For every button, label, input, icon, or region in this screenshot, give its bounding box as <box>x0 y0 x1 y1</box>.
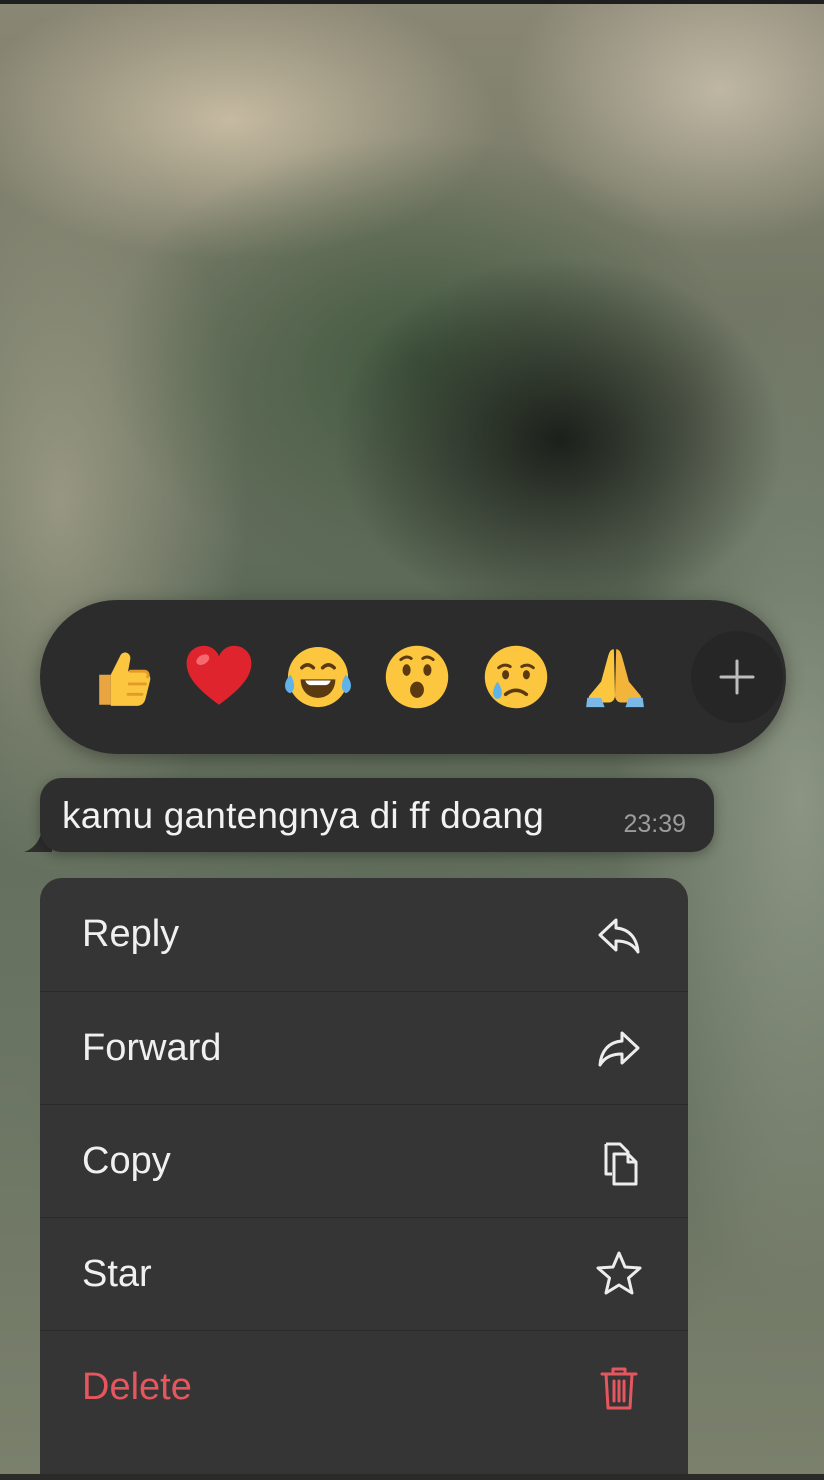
red-heart-icon[interactable] <box>179 637 259 717</box>
menu-item-label: Copy <box>82 1139 171 1182</box>
menu-item-copy[interactable]: Copy <box>40 1104 688 1217</box>
menu-item-delete[interactable]: Delete <box>40 1330 688 1443</box>
message-bubble[interactable]: kamu gantengnya di ff doang 23:39 <box>40 778 714 852</box>
star-icon <box>592 1247 646 1301</box>
menu-item-forward[interactable]: Forward <box>40 991 688 1104</box>
bottom-edge <box>0 1474 824 1480</box>
menu-item-label: Forward <box>82 1026 222 1069</box>
menu-item-label: Star <box>82 1252 152 1295</box>
reply-icon <box>592 908 646 962</box>
crying-face-icon[interactable] <box>476 637 556 717</box>
forward-icon <box>592 1021 646 1075</box>
more-reactions-button[interactable] <box>691 631 783 723</box>
message-text: kamu gantengnya di ff doang <box>62 795 544 836</box>
menu-item-star[interactable]: Star <box>40 1217 688 1330</box>
surprised-face-icon[interactable] <box>377 637 457 717</box>
menu-item-label: Reply <box>82 913 180 955</box>
folded-hands-icon[interactable] <box>575 637 655 717</box>
plus-icon <box>719 659 755 695</box>
tears-of-joy-icon[interactable] <box>278 637 358 717</box>
copy-icon <box>592 1134 646 1188</box>
menu-item-reply[interactable]: Reply <box>40 878 688 991</box>
message-timestamp: 23:39 <box>623 810 686 838</box>
trash-icon <box>592 1360 646 1414</box>
top-edge <box>0 0 824 4</box>
thumbs-up-icon[interactable] <box>80 637 160 717</box>
reaction-bar <box>40 600 786 754</box>
menu-item-label: Delete <box>82 1365 192 1408</box>
message-context-menu: Reply Forward Copy Star Delete <box>40 878 688 1480</box>
